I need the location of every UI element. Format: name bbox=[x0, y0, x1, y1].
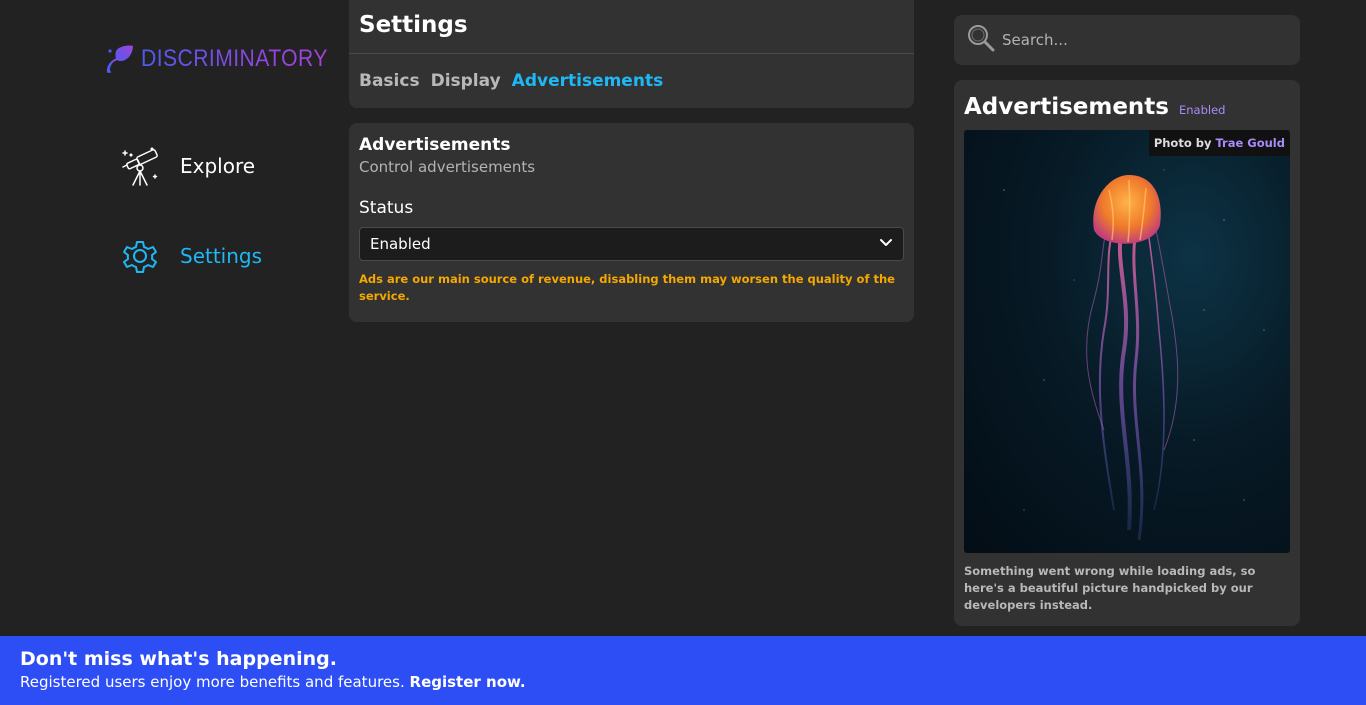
sidebar-item-settings[interactable]: Settings bbox=[118, 235, 262, 277]
settings-tabs: Basics Display Advertisements bbox=[349, 54, 914, 91]
sidebar-item-explore[interactable]: Explore bbox=[118, 145, 255, 187]
gear-icon bbox=[118, 235, 162, 277]
search-input[interactable] bbox=[1002, 31, 1282, 49]
banner-text-line: Registered users enjoy more benefits and… bbox=[20, 673, 1346, 691]
photo-credit-prefix: Photo by bbox=[1153, 136, 1212, 150]
banner-title: Don't miss what's happening. bbox=[20, 648, 337, 670]
ad-panel: Advertisements Enabled Photo by Trae Gou… bbox=[954, 80, 1300, 626]
leaf-logo-icon bbox=[106, 45, 133, 73]
jellyfish-photo: Photo by Trae Gould bbox=[964, 130, 1290, 553]
register-link[interactable]: Register now. bbox=[410, 673, 526, 691]
photo-credit: Photo by Trae Gould bbox=[1148, 130, 1290, 156]
ad-fallback-caption: Something went wrong while loading ads, … bbox=[964, 564, 1256, 612]
sidebar-item-label: Explore bbox=[180, 154, 256, 178]
page-title: Settings bbox=[349, 0, 914, 54]
ad-panel-header: Advertisements Enabled bbox=[964, 94, 1290, 120]
search-icon bbox=[966, 23, 996, 57]
search-box[interactable] bbox=[954, 15, 1300, 65]
photographer-link[interactable]: Trae Gould bbox=[1215, 136, 1285, 150]
tab-basics[interactable]: Basics bbox=[359, 71, 420, 91]
tab-advertisements[interactable]: Advertisements bbox=[512, 71, 664, 91]
status-badge: Enabled bbox=[1179, 103, 1226, 117]
status-select-value: Enabled bbox=[370, 235, 431, 253]
sidebar-item-label: Settings bbox=[180, 244, 263, 268]
section-title: Advertisements bbox=[359, 135, 511, 155]
chevron-down-icon bbox=[879, 235, 893, 253]
tab-display[interactable]: Display bbox=[431, 71, 501, 91]
advertisements-settings-card: Advertisements Control advertisements St… bbox=[349, 123, 914, 322]
brand-name: DISCRIMINATORY bbox=[141, 45, 328, 72]
ads-warning-text: Ads are our main source of revenue, disa… bbox=[359, 272, 895, 303]
register-banner: Don't miss what's happening. Registered … bbox=[0, 636, 1366, 705]
brand-logo[interactable]: DISCRIMINATORY bbox=[103, 42, 353, 76]
status-label: Status bbox=[359, 198, 414, 218]
settings-header-card: Settings Basics Display Advertisements bbox=[349, 0, 914, 108]
telescope-icon bbox=[118, 145, 162, 187]
jellyfish-illustration bbox=[1003, 169, 1265, 541]
page: DISCRIMINATORY Explore Settings Settings… bbox=[0, 0, 1366, 705]
ad-panel-title: Advertisements bbox=[964, 94, 1169, 120]
banner-text: Registered users enjoy more benefits and… bbox=[20, 673, 405, 691]
status-select[interactable]: Enabled bbox=[359, 227, 904, 261]
section-subtitle: Control advertisements bbox=[359, 158, 536, 176]
